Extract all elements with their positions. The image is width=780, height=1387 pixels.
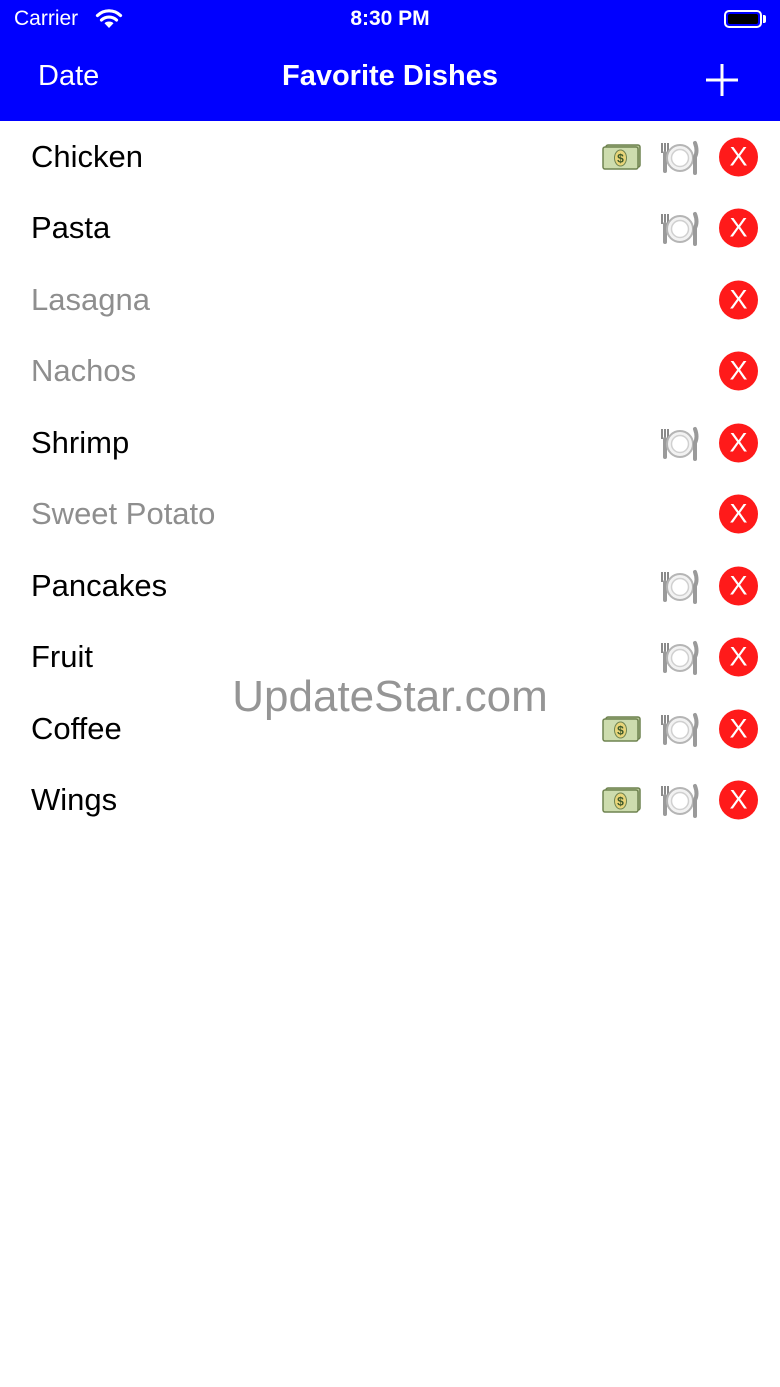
svg-text:$: $ bbox=[617, 795, 624, 809]
dish-name: Chicken bbox=[31, 138, 143, 174]
plate-icon bbox=[658, 782, 700, 819]
delete-button[interactable]: X bbox=[719, 709, 758, 749]
plate-icon bbox=[658, 139, 700, 175]
dish-name: Coffee bbox=[31, 710, 122, 746]
plate-icon bbox=[658, 568, 700, 604]
plate-icon bbox=[658, 425, 700, 461]
battery-icon bbox=[724, 10, 762, 28]
money-icon: $ bbox=[602, 144, 642, 170]
navigation-bar: Date Favorite Dishes bbox=[0, 40, 780, 121]
delete-button[interactable]: X bbox=[719, 566, 758, 606]
money-icon: $ bbox=[602, 787, 642, 813]
dish-name: Wings bbox=[31, 782, 118, 818]
dish-name: Fruit bbox=[31, 639, 93, 675]
status-time: 8:30 PM bbox=[350, 7, 430, 30]
dish-name: Sweet Potato bbox=[31, 496, 216, 532]
delete-button[interactable]: X bbox=[719, 280, 758, 320]
svg-text:$: $ bbox=[617, 151, 624, 165]
dish-name: Pancakes bbox=[31, 567, 168, 603]
dish-list: Chicken $ X Pasta X Lasagna X Nachos X Shrimp X Swe… bbox=[0, 121, 780, 836]
dish-name: Nachos bbox=[31, 353, 137, 389]
money-icon: $ bbox=[602, 716, 642, 742]
dish-name: Pasta bbox=[31, 210, 111, 246]
svg-text:$: $ bbox=[617, 723, 624, 737]
delete-button[interactable]: X bbox=[719, 137, 758, 177]
plate-icon bbox=[658, 210, 700, 247]
status-bar: Carrier 8:30 PM bbox=[0, 0, 780, 40]
list-item[interactable]: Chicken $ X bbox=[0, 121, 780, 193]
list-item[interactable]: Pasta X bbox=[0, 193, 780, 265]
delete-button[interactable]: X bbox=[719, 423, 758, 463]
page-title: Favorite Dishes bbox=[282, 60, 498, 92]
plate-icon bbox=[658, 711, 700, 747]
list-item[interactable]: Lasagna X bbox=[0, 264, 780, 336]
list-item[interactable]: Sweet Potato X bbox=[0, 479, 780, 551]
list-item[interactable]: Shrimp X bbox=[0, 407, 780, 479]
plus-icon[interactable] bbox=[700, 58, 744, 102]
dish-name: Lasagna bbox=[31, 281, 150, 317]
dish-name: Shrimp bbox=[31, 424, 130, 460]
list-item[interactable]: Wings $ X bbox=[0, 765, 780, 837]
plate-icon bbox=[658, 639, 700, 676]
list-item[interactable]: Nachos X bbox=[0, 336, 780, 408]
list-item[interactable]: Coffee $ X bbox=[0, 693, 780, 765]
list-item[interactable]: Fruit X bbox=[0, 622, 780, 694]
list-item[interactable]: Pancakes X bbox=[0, 550, 780, 622]
delete-button[interactable]: X bbox=[719, 494, 758, 534]
battery-cap bbox=[763, 15, 766, 23]
delete-button[interactable]: X bbox=[719, 208, 758, 248]
delete-button[interactable]: X bbox=[719, 780, 758, 820]
delete-button[interactable]: X bbox=[719, 637, 758, 677]
delete-button[interactable]: X bbox=[719, 351, 758, 391]
